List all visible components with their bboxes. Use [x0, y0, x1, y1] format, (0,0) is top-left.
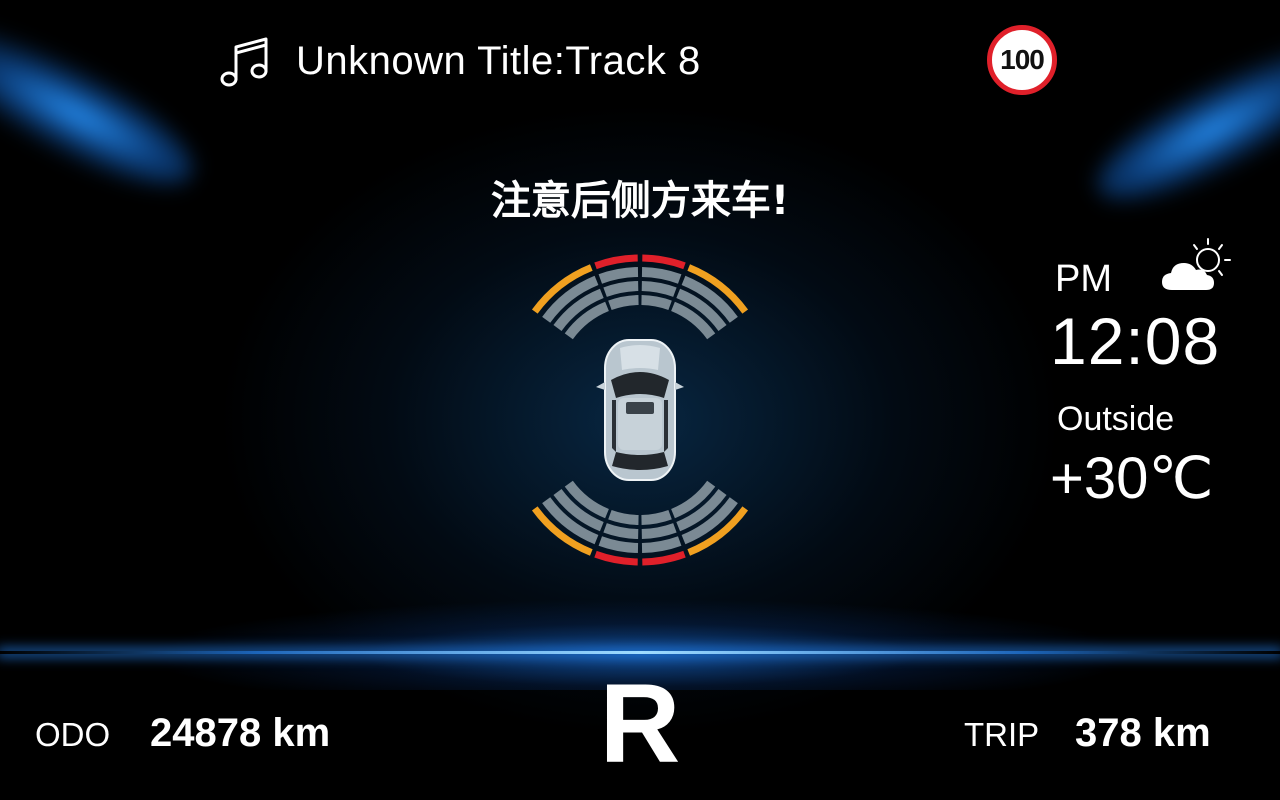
rear-sensor-arcs — [531, 480, 749, 566]
parking-radar — [531, 254, 749, 566]
front-arc-ring2-center-a — [598, 267, 639, 284]
front-arc-ring1-center-a — [594, 254, 638, 270]
speed-limit-value: 100 — [1000, 44, 1045, 75]
car-top-view-icon — [596, 339, 684, 481]
horizon-line — [0, 651, 1280, 654]
track-title: Unknown Title:Track 8 — [296, 38, 701, 83]
rear-arc-ring2-center-a — [641, 536, 682, 553]
music-note-icon — [220, 37, 268, 87]
rear-arc-ring4-center-a — [641, 509, 672, 525]
front-sensor-arcs — [531, 254, 749, 340]
instrument-cluster-screen: Unknown Title:Track 8 100 注意后侧方来车! PM 12… — [0, 0, 1280, 800]
gear-indicator: R — [599, 661, 681, 786]
rear-arc-ring4-center-b — [608, 509, 639, 525]
outside-temperature-value: +30℃ — [1050, 446, 1214, 511]
front-arc-ring2-center-b — [641, 267, 682, 284]
odometer-value: 24878 km — [150, 711, 331, 755]
rear-arc-ring2-center-b — [598, 536, 639, 553]
media-now-playing: Unknown Title:Track 8 — [214, 30, 701, 92]
trip-value: 378 km — [1075, 711, 1211, 755]
odometer-label: ODO — [35, 716, 111, 753]
rear-arc-ring1-center-a — [642, 550, 686, 566]
front-arc-ring4-center-b — [641, 295, 672, 311]
front-arc-ring1-center-b — [642, 254, 686, 270]
outside-temperature-label: Outside — [1057, 400, 1175, 438]
clock-ampm: PM — [1055, 258, 1112, 300]
trip-label: TRIP — [964, 716, 1040, 753]
front-arc-ring3-center-b — [641, 281, 677, 297]
partly-cloudy-icon — [1162, 238, 1231, 290]
rear-arc-ring1-center-b — [594, 550, 638, 566]
speed-limit-sign: 100 — [987, 25, 1057, 95]
blind-spot-warning-text: 注意后侧方来车! — [490, 178, 790, 224]
front-arc-ring3-center-a — [603, 281, 639, 297]
rear-arc-ring3-center-a — [641, 523, 677, 539]
rear-arc-ring3-center-b — [603, 523, 639, 539]
clock-time: 12:08 — [1050, 304, 1221, 378]
front-arc-ring4-center-a — [608, 295, 639, 311]
